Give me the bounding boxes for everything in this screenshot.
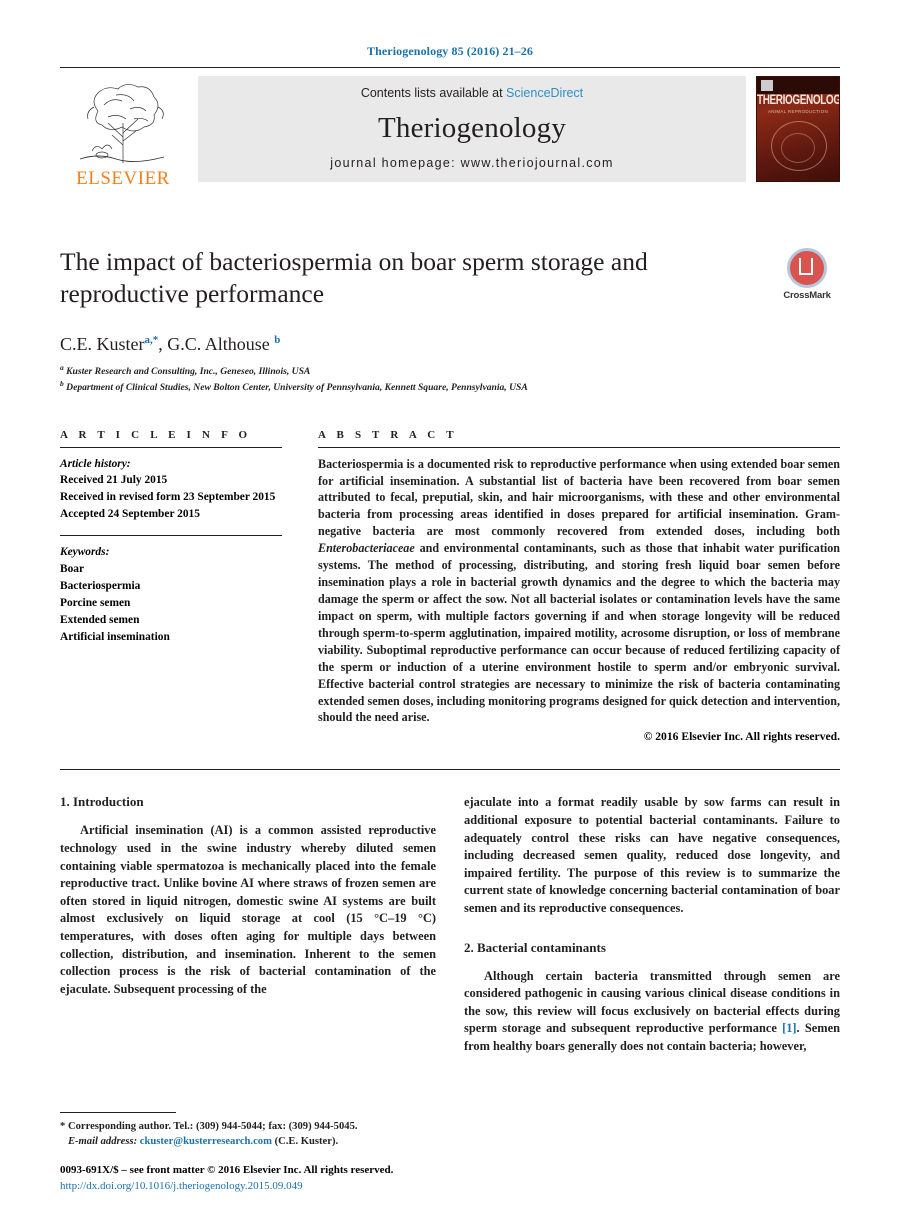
history-received: Received 21 July 2015 bbox=[60, 474, 168, 487]
issn-block: 0093-691X/$ – see front matter © 2016 El… bbox=[60, 1163, 440, 1194]
keyword-item: Boar bbox=[60, 562, 85, 575]
keyword-item: Extended semen bbox=[60, 614, 140, 627]
body-right-column: ejaculate into a format readily usable b… bbox=[464, 794, 840, 1063]
body-columns: 1. Introduction Artificial insemination … bbox=[60, 794, 840, 1063]
affiliation-b-mark: b bbox=[60, 378, 64, 388]
author-1-marks: a,* bbox=[144, 334, 159, 346]
email-owner: (C.E. Kuster). bbox=[274, 1136, 339, 1148]
journal-cover-thumbnail: THERIOGENOLOGY ANIMAL REPRODUCTION bbox=[756, 76, 840, 182]
title-area: The impact of bacteriospermia on boar sp… bbox=[60, 246, 840, 320]
keywords-label: Keywords: bbox=[60, 546, 110, 559]
affiliation-b: b Department of Clinical Studies, New Bo… bbox=[60, 379, 840, 395]
intro-paragraph-part-1: Artificial insemination (AI) is a common… bbox=[60, 823, 436, 996]
abstract-copyright: © 2016 Elsevier Inc. All rights reserved… bbox=[643, 730, 840, 744]
author-1: C.E. Kuster bbox=[60, 334, 145, 354]
running-head: Theriogenology 85 (2016) 21–26 bbox=[367, 44, 533, 58]
affiliation-b-text: Department of Clinical Studies, New Bolt… bbox=[66, 381, 528, 393]
section-heading-bacterial-contaminants: 2. Bacterial contaminants bbox=[464, 939, 606, 955]
cover-journal-title: THERIOGENOLOGY bbox=[757, 93, 840, 108]
corresponding-author-note: * Corresponding author. Tel.: (309) 944-… bbox=[60, 1121, 358, 1133]
author-list: C.E. Kustera,*, G.C. Althouse b bbox=[60, 334, 281, 354]
footnote-rule bbox=[60, 1112, 176, 1114]
abstract-part-1: Bacteriospermia is a documented risk to … bbox=[318, 456, 840, 539]
abstract-heading: A B S T R A C T bbox=[318, 428, 458, 441]
keyword-item: Porcine semen bbox=[60, 597, 131, 610]
affiliation-a-text: Kuster Research and Consulting, Inc., Ge… bbox=[66, 366, 311, 378]
info-abstract-row: A R T I C L E I N F O Article history: R… bbox=[60, 428, 840, 744]
author-2-marks: b bbox=[274, 334, 281, 346]
journal-name: Theriogenology bbox=[377, 111, 567, 144]
article-info-rule bbox=[60, 446, 282, 448]
citation-link-1[interactable]: [1] bbox=[782, 1021, 796, 1035]
keywords-rule bbox=[60, 535, 282, 537]
history-revised: Received in revised form 23 September 20… bbox=[60, 491, 276, 504]
body-left-column: 1. Introduction Artificial insemination … bbox=[60, 794, 436, 1063]
affiliation-list: a Kuster Research and Consulting, Inc., … bbox=[60, 363, 840, 395]
body-separator-rule bbox=[60, 769, 840, 771]
sciencedirect-link[interactable]: ScienceDirect bbox=[506, 86, 583, 100]
email-note: E-mail address: ckuster@kusterresearch.c… bbox=[60, 1134, 440, 1149]
journal-homepage[interactable]: journal homepage: www.theriojournal.com bbox=[330, 156, 613, 170]
crossmark-badge-group[interactable]: CrossMark bbox=[774, 248, 840, 301]
doi-link[interactable]: http://dx.doi.org/10.1016/j.theriogenolo… bbox=[60, 1179, 440, 1194]
article-info-column: A R T I C L E I N F O Article history: R… bbox=[60, 429, 318, 744]
affiliation-a: a Kuster Research and Consulting, Inc., … bbox=[60, 363, 840, 379]
article-info-heading: A R T I C L E I N F O bbox=[60, 428, 252, 441]
abstract-rule bbox=[318, 446, 840, 448]
footnote-area: * Corresponding author. Tel.: (309) 944-… bbox=[60, 1112, 440, 1194]
journal-masthead: ELSEVIER Contents lists available at Sci… bbox=[60, 68, 840, 190]
crossmark-label: CrossMark bbox=[783, 290, 831, 301]
cover-oocyte-inner-graphic bbox=[781, 133, 815, 163]
abstract-part-2: and environmental contaminants, such as … bbox=[318, 541, 840, 725]
keyword-item: Bacteriospermia bbox=[60, 580, 141, 593]
elsevier-tree-icon bbox=[79, 84, 165, 163]
article-history-label: Article history: bbox=[60, 457, 131, 470]
abstract-italic-term: Enterobacteriaceae bbox=[318, 541, 415, 556]
intro-paragraph-part-2: ejaculate into a format readily usable b… bbox=[464, 795, 840, 915]
keyword-item: Artificial insemination bbox=[60, 631, 170, 644]
cover-journal-subtitle: ANIMAL REPRODUCTION bbox=[767, 109, 829, 114]
crossmark-icon bbox=[787, 248, 827, 288]
article-page: Theriogenology 85 (2016) 21–26 ELSEVIER … bbox=[0, 0, 900, 1230]
elsevier-wordmark: ELSEVIER bbox=[76, 168, 170, 189]
elsevier-logo: ELSEVIER bbox=[60, 68, 186, 190]
abstract-column: A B S T R A C T Bacteriospermia is a doc… bbox=[318, 428, 840, 744]
issn-copyright-line: 0093-691X/$ – see front matter © 2016 El… bbox=[60, 1164, 394, 1177]
page-title: The impact of bacteriospermia on boar sp… bbox=[60, 247, 648, 308]
cover-elsevier-mark-icon bbox=[761, 80, 773, 91]
abstract-text: Bacteriospermia is a documented risk to … bbox=[318, 456, 840, 727]
contents-available-line: Contents lists available at ScienceDirec… bbox=[361, 86, 583, 100]
email-link[interactable]: ckuster@kusterresearch.com bbox=[140, 1136, 272, 1147]
contents-prefix: Contents lists available at bbox=[360, 86, 507, 100]
bacterial-contaminants-paragraph: Although certain bacteria transmitted th… bbox=[464, 968, 840, 1056]
author-2: G.C. Althouse bbox=[167, 334, 270, 354]
affiliation-a-mark: a bbox=[60, 363, 64, 372]
masthead-center-panel: Contents lists available at ScienceDirec… bbox=[198, 76, 746, 182]
history-accepted: Accepted 24 September 2015 bbox=[60, 508, 200, 521]
email-label: E-mail address: bbox=[67, 1136, 138, 1148]
section-heading-introduction: 1. Introduction bbox=[60, 794, 144, 810]
